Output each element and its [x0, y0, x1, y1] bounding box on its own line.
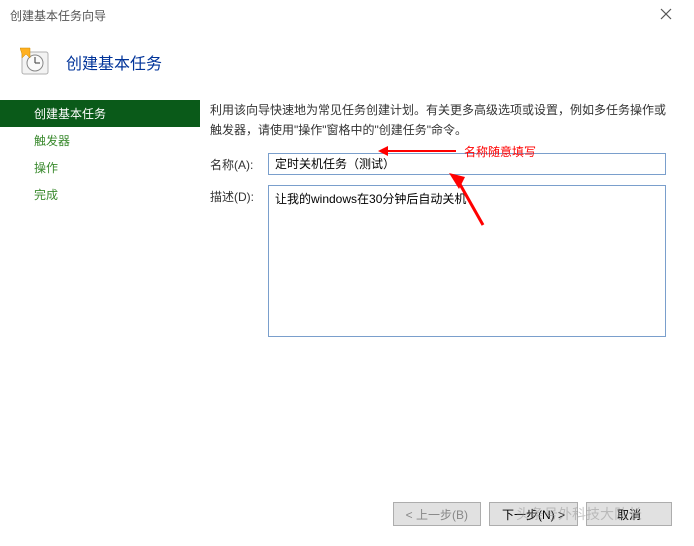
wizard-title: 创建基本任务: [66, 50, 162, 74]
sidebar-step-finish[interactable]: 完成: [34, 181, 200, 208]
main-panel: 利用该向导快速地为常见任务创建计划。有关更多高级选项或设置，例如多任务操作或触发…: [200, 88, 694, 490]
cancel-button[interactable]: 取消: [586, 502, 672, 526]
wizard-sidebar: 创建基本任务 触发器 操作 完成: [0, 88, 200, 490]
titlebar: 创建基本任务向导: [0, 0, 694, 30]
close-button[interactable]: [646, 1, 686, 29]
window-title: 创建基本任务向导: [10, 7, 106, 24]
desc-row: 描述(D):: [210, 185, 666, 337]
close-icon: [660, 8, 672, 23]
button-bar: < 上一步(B) 下一步(N) > 取消: [393, 502, 672, 526]
name-row: 名称(A):: [210, 153, 666, 175]
clock-wizard-icon: [20, 46, 52, 78]
name-input[interactable]: [268, 153, 666, 175]
content-area: 创建基本任务 触发器 操作 完成 利用该向导快速地为常见任务创建计划。有关更多高…: [0, 88, 694, 490]
sidebar-step-trigger[interactable]: 触发器: [34, 127, 200, 154]
sidebar-step-create[interactable]: 创建基本任务: [0, 100, 200, 127]
sidebar-step-action[interactable]: 操作: [34, 154, 200, 181]
name-label: 名称(A):: [210, 153, 260, 173]
next-button[interactable]: 下一步(N) >: [489, 502, 578, 526]
desc-input[interactable]: [268, 185, 666, 337]
wizard-header: 创建基本任务: [0, 30, 694, 88]
desc-label: 描述(D):: [210, 185, 260, 205]
intro-text: 利用该向导快速地为常见任务创建计划。有关更多高级选项或设置，例如多任务操作或触发…: [210, 100, 666, 141]
back-button: < 上一步(B): [393, 502, 481, 526]
